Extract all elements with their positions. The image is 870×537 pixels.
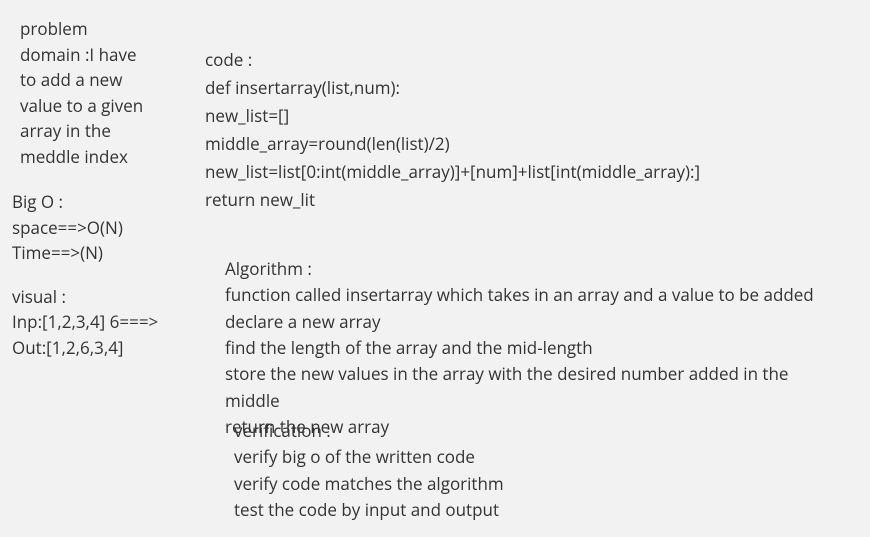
algo-line: declare a new array — [225, 309, 845, 335]
code-line: def insertarray(list,num): — [205, 74, 845, 102]
visual-block: visual : Inp:[1,2,3,4] 6===> Out:[1,2,6,… — [12, 284, 177, 361]
visual-line: Out:[1,2,6,3,4] — [12, 335, 177, 361]
code-line: middle_array=round(len(list)/2) — [205, 130, 845, 158]
problem-line: to add a new — [20, 67, 177, 93]
code-line: new_list=list[0:int(middle_array)]+[num]… — [205, 158, 845, 186]
problem-line: array in the — [20, 118, 177, 144]
verif-line: verification : — [234, 418, 834, 444]
verif-line: verify code matches the algorithm — [234, 471, 834, 497]
left-column: problem domain :I have to add a new valu… — [12, 16, 177, 360]
code-block: code : def insertarray(list,num): new_li… — [205, 46, 845, 214]
verif-line: verify big o of the written code — [234, 444, 834, 470]
code-line: return new_lit — [205, 186, 845, 214]
problem-line: value to a given — [20, 93, 177, 119]
algorithm-block: Algorithm : function called insertarray … — [225, 256, 845, 440]
problem-line: problem — [20, 16, 177, 42]
algo-line: find the length of the array and the mid… — [225, 335, 845, 361]
verification-block: verification : verify big o of the writt… — [234, 418, 834, 523]
code-line: code : — [205, 46, 845, 74]
visual-line: visual : — [12, 284, 177, 310]
verif-line: test the code by input and output — [234, 497, 834, 523]
bigo-line: space==>O(N) — [12, 215, 177, 241]
algo-line: store the new values in the array with t… — [225, 361, 845, 414]
problem-line: domain :I have — [20, 42, 177, 68]
code-line: new_list=[] — [205, 102, 845, 130]
problem-domain-block: problem domain :I have to add a new valu… — [20, 16, 177, 169]
algo-line: Algorithm : — [225, 256, 845, 282]
algo-line: function called insertarray which takes … — [225, 282, 845, 308]
problem-line: meddle index — [20, 144, 177, 170]
bigo-line: Big O : — [12, 189, 177, 215]
visual-line: Inp:[1,2,3,4] 6===> — [12, 309, 177, 335]
bigo-line: Time==>(N) — [12, 240, 177, 266]
bigo-block: Big O : space==>O(N) Time==>(N) — [12, 189, 177, 266]
